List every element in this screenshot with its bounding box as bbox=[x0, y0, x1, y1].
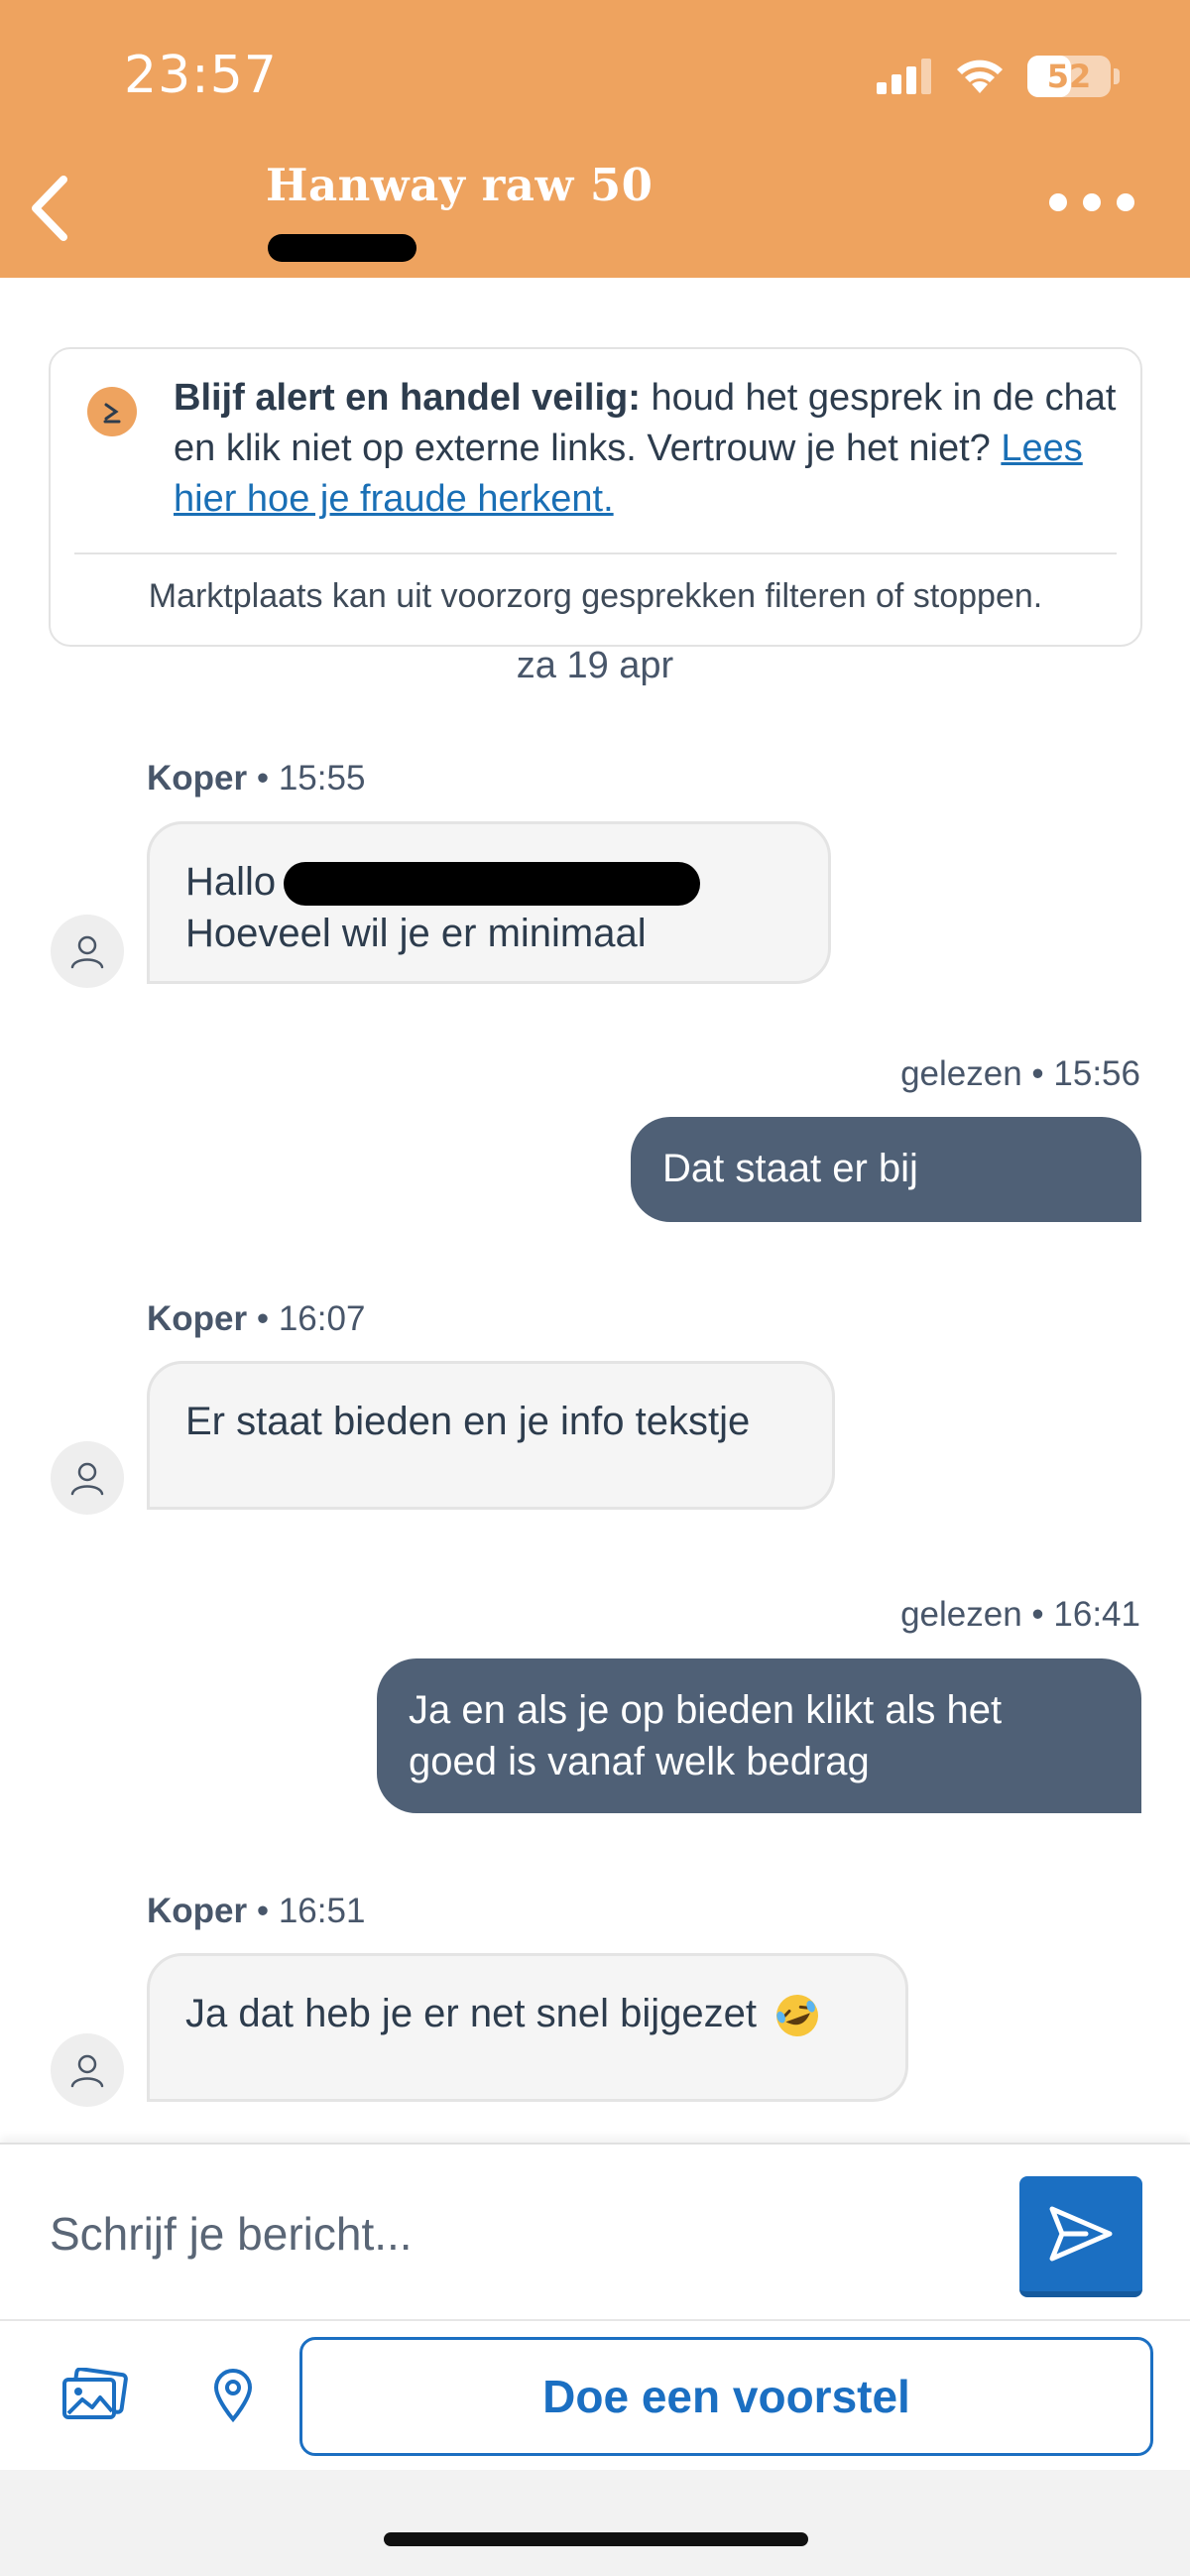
message-text: goed is vanaf welk bedrag bbox=[409, 1740, 870, 1783]
more-dots-icon bbox=[1049, 193, 1067, 211]
sender-name: Koper bbox=[147, 1299, 248, 1338]
send-button[interactable] bbox=[1019, 2176, 1142, 2297]
make-offer-button[interactable]: Doe een voorstel bbox=[299, 2337, 1153, 2456]
message-bubble-incoming[interactable]: Er staat bieden en je info tekstje bbox=[147, 1361, 835, 1510]
message-meta: Koper • 15:55 bbox=[147, 759, 366, 797]
message-text: Hallo bbox=[185, 860, 277, 904]
message-bubble-incoming[interactable]: Hallo Hoeveel wil je er minimaal bbox=[147, 821, 831, 984]
message-input[interactable] bbox=[50, 2194, 992, 2273]
avatar[interactable] bbox=[51, 2033, 124, 2107]
chevron-left-icon bbox=[32, 176, 67, 241]
message-meta: gelezen • 16:41 bbox=[900, 1595, 1140, 1634]
composer-bar bbox=[0, 2143, 1190, 2319]
message-text: Hoeveel wil je er minimaal bbox=[185, 912, 647, 955]
message-bubble-incoming[interactable]: Ja dat heb je er net snel bijgezet bbox=[147, 1953, 908, 2102]
alert-icon bbox=[87, 387, 137, 436]
divider bbox=[74, 552, 1117, 554]
message-time: 16:07 bbox=[278, 1299, 366, 1338]
home-indicator[interactable] bbox=[384, 2532, 808, 2546]
safety-banner-footer: Marktplaats kan uit voorzorg gesprekken … bbox=[148, 577, 1043, 615]
user-icon bbox=[70, 935, 104, 969]
user-icon bbox=[70, 2054, 104, 2088]
sender-name: Koper bbox=[147, 1892, 248, 1930]
redacted-subtitle bbox=[268, 234, 416, 262]
signal-icon bbox=[877, 59, 931, 94]
message-bubble-outgoing[interactable]: Dat staat er bij bbox=[631, 1117, 1141, 1222]
message-text: Ja dat heb je er net snel bijgezet bbox=[185, 1992, 757, 2035]
message-text: Dat staat er bij bbox=[662, 1147, 918, 1190]
message-bubble-outgoing[interactable]: Ja en als je op bieden klikt als het goe… bbox=[377, 1658, 1141, 1813]
message-time: 15:56 bbox=[1053, 1054, 1140, 1093]
status-time: 23:57 bbox=[124, 46, 278, 105]
image-icon bbox=[62, 2368, 128, 2419]
safety-banner-text: Blijf alert en handel veilig: houd het g… bbox=[174, 373, 1126, 525]
message-meta: Koper • 16:07 bbox=[147, 1299, 366, 1338]
avatar[interactable] bbox=[51, 1441, 124, 1515]
message-text: Ja en als je op bieden klikt als het bbox=[409, 1688, 1003, 1732]
conversation-title: Hanway raw 50 bbox=[266, 159, 654, 211]
share-location-button[interactable] bbox=[198, 2359, 268, 2432]
wifi-icon bbox=[957, 60, 1003, 93]
battery-percentage: 52 bbox=[1046, 58, 1092, 95]
safety-banner: Blijf alert en handel veilig: houd het g… bbox=[49, 347, 1142, 647]
message-time: 15:55 bbox=[278, 759, 366, 797]
home-indicator-area bbox=[0, 2470, 1190, 2576]
status-icons: 52 bbox=[877, 56, 1120, 97]
avatar[interactable] bbox=[51, 915, 124, 988]
app-header: 23:57 52 Hanway raw 50 bbox=[0, 0, 1190, 278]
message-time: 16:41 bbox=[1053, 1595, 1140, 1634]
date-separator: za 19 apr bbox=[516, 645, 674, 686]
location-pin-icon bbox=[213, 2369, 253, 2423]
message-text: Er staat bieden en je info tekstje bbox=[185, 1400, 751, 1443]
message-meta: Koper • 16:51 bbox=[147, 1892, 366, 1930]
user-icon bbox=[70, 1462, 104, 1496]
message-time: 16:51 bbox=[278, 1892, 366, 1930]
battery-icon: 52 bbox=[1027, 56, 1120, 97]
back-button[interactable] bbox=[20, 169, 79, 248]
add-image-button[interactable] bbox=[55, 2361, 134, 2430]
safety-banner-bold: Blijf alert en handel veilig: bbox=[174, 377, 641, 419]
message-meta: gelezen • 15:56 bbox=[900, 1054, 1140, 1093]
sender-name: Koper bbox=[147, 759, 248, 797]
redacted-name bbox=[284, 862, 701, 907]
read-status: gelezen bbox=[900, 1595, 1022, 1634]
read-status: gelezen bbox=[900, 1054, 1022, 1093]
rolling-laughing-emoji-icon bbox=[776, 1995, 819, 2037]
more-options-button[interactable] bbox=[1049, 193, 1134, 211]
send-icon bbox=[1049, 2206, 1113, 2262]
